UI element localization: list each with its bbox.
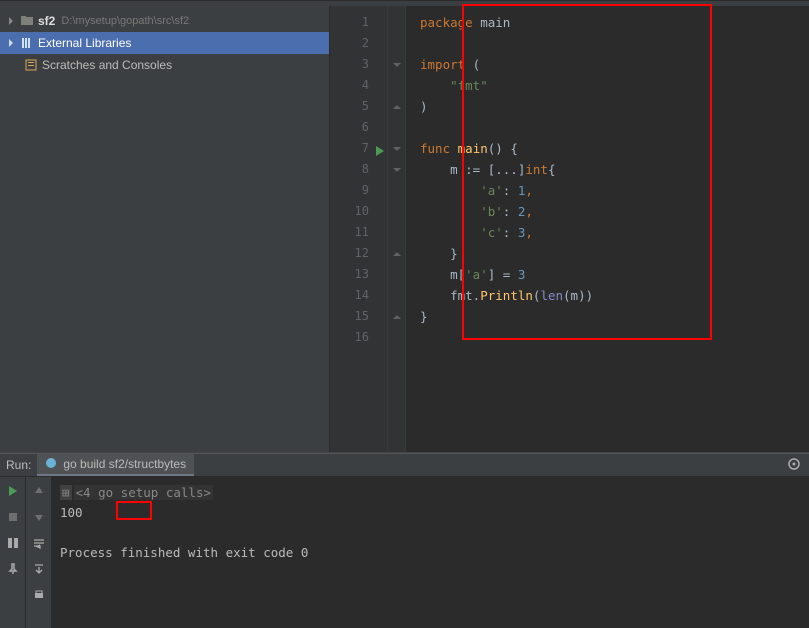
- tree-label: Scratches and Consoles: [42, 58, 172, 72]
- run-toolbar-left: [0, 477, 26, 628]
- code-area[interactable]: package main import ( "fmt" ) func main(…: [406, 6, 809, 452]
- scroll-end-button[interactable]: [29, 559, 49, 579]
- library-icon: [20, 36, 34, 50]
- down-trace-button[interactable]: [29, 507, 49, 527]
- folded-setup-calls[interactable]: <4 go setup calls>: [74, 485, 213, 500]
- console-output[interactable]: ⊞<4 go setup calls> 100 Process finished…: [52, 477, 809, 628]
- pin-button[interactable]: [3, 559, 23, 579]
- folder-icon: [20, 14, 34, 28]
- run-tool-window: Run: go build sf2/structbytes: [0, 453, 809, 628]
- exit-line: Process finished with exit code 0: [60, 543, 801, 563]
- tree-external-libraries[interactable]: External Libraries: [0, 32, 329, 54]
- program-output: 100: [60, 503, 801, 523]
- scratches-icon: [24, 58, 38, 72]
- print-button[interactable]: [29, 585, 49, 605]
- up-trace-button[interactable]: [29, 481, 49, 501]
- run-settings-button[interactable]: [779, 457, 809, 474]
- code-editor[interactable]: 1 2 3 4 5 6 7 8 9 10 11 12 13 14 15: [330, 6, 809, 452]
- tree-label: sf2: [38, 14, 55, 28]
- go-icon: [45, 457, 57, 472]
- run-config-tab[interactable]: go build sf2/structbytes: [37, 454, 194, 476]
- run-tab-label: go build sf2/structbytes: [63, 457, 186, 471]
- stop-button[interactable]: [3, 507, 23, 527]
- soft-wrap-button[interactable]: [29, 533, 49, 553]
- layout-button[interactable]: [3, 533, 23, 553]
- run-label: Run:: [6, 458, 31, 472]
- chevron-right-icon: [6, 16, 16, 26]
- tree-scratches[interactable]: Scratches and Consoles: [0, 54, 329, 76]
- run-toolbar-left-2: [26, 477, 52, 628]
- tree-root-sf2[interactable]: sf2 D:\mysetup\gopath\src\sf2: [0, 10, 329, 32]
- rerun-button[interactable]: [3, 481, 23, 501]
- line-gutter: 1 2 3 4 5 6 7 8 9 10 11 12 13 14 15: [330, 6, 388, 452]
- chevron-right-icon: [6, 38, 16, 48]
- tree-path-hint: D:\mysetup\gopath\src\sf2: [61, 15, 189, 27]
- fold-expand-icon[interactable]: ⊞: [60, 485, 72, 500]
- fold-gutter: [388, 6, 406, 452]
- run-header: Run: go build sf2/structbytes: [0, 453, 809, 477]
- tree-label: External Libraries: [38, 36, 131, 50]
- project-tree[interactable]: sf2 D:\mysetup\gopath\src\sf2 External L…: [0, 6, 330, 452]
